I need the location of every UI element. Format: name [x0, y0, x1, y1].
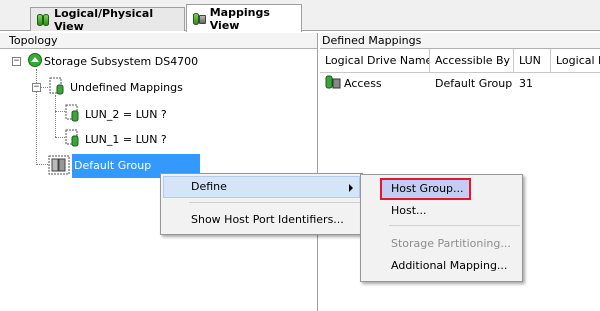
root-expander[interactable]: −	[12, 57, 21, 66]
logical-drive-icon	[65, 104, 83, 125]
mappings-table: Logical Drive Name Accessible By LUN Log…	[320, 49, 600, 93]
table-row[interactable]: Access Default Group 31	[320, 73, 600, 93]
menu-item-host-group[interactable]: Host Group...	[363, 178, 520, 200]
undefined-mappings-expander[interactable]: −	[32, 83, 41, 92]
menu-item-additional-mapping[interactable]: Additional Mapping...	[363, 255, 520, 277]
menu-separator	[189, 202, 360, 203]
column-header-accessible-by[interactable]: Accessible By	[430, 49, 514, 73]
column-header-lun[interactable]: LUN	[514, 49, 551, 73]
cell-accessible-by: Default Group	[435, 76, 513, 90]
tree-label-lun1: LUN_1 = LUN ?	[85, 132, 167, 146]
tree-node-lun2[interactable]: LUN_2 = LUN ?	[65, 104, 167, 125]
tree-label-root: Storage Subsystem DS4700	[44, 54, 199, 68]
host-group-icon	[48, 154, 72, 179]
tree-node-lun1[interactable]: LUN_1 = LUN ?	[65, 129, 167, 150]
menu-separator	[389, 225, 520, 226]
row-name: Access	[344, 76, 382, 90]
menu-item-define[interactable]: Define	[163, 176, 360, 198]
mappings-icon	[193, 12, 206, 26]
define-submenu: Host Group... Host... Storage Partitioni…	[360, 174, 523, 282]
context-menu: Define Show Host Port Identifiers...	[160, 173, 363, 235]
tab-logical-physical-label: Logical/Physical View	[54, 6, 154, 33]
topology-panel: Topology − Storage Subsystem DS4700 − Un…	[0, 33, 318, 311]
submenu-arrow-icon	[349, 184, 353, 192]
status-ok-icon	[28, 52, 42, 70]
view-tab-strip: Logical/Physical View Mappings View	[0, 0, 600, 33]
defined-mappings-header: Defined Mappings	[320, 33, 600, 49]
menu-item-storage-partitioning: Storage Partitioning...	[391, 237, 511, 250]
cell-logical-drive-name: Access	[320, 74, 430, 93]
storage-icon	[37, 13, 50, 27]
tree-label-undefined-mappings: Undefined Mappings	[70, 80, 183, 94]
topology-header: Topology	[0, 33, 317, 49]
tab-mappings-label: Mappings View	[209, 5, 270, 32]
cell-lun: 31	[519, 76, 533, 90]
column-header-logical-drive-name[interactable]: Logical Drive Name	[320, 49, 430, 73]
tab-mappings-view[interactable]: Mappings View	[186, 4, 302, 32]
menu-item-show-host-port-identifiers[interactable]: Show Host Port Identifiers...	[163, 209, 360, 231]
menu-item-define-label: Define	[191, 180, 227, 193]
undefined-mappings-icon	[48, 76, 68, 99]
logical-drive-icon	[65, 129, 83, 150]
tree-node-undefined-mappings[interactable]: Undefined Mappings	[48, 76, 183, 99]
access-drive-icon	[325, 74, 341, 93]
tab-logical-physical-view[interactable]: Logical/Physical View	[30, 6, 185, 33]
tree-node-storage-subsystem[interactable]: Storage Subsystem DS4700	[28, 52, 198, 70]
menu-item-host[interactable]: Host...	[363, 200, 520, 222]
column-header-logical-d[interactable]: Logical D	[551, 49, 600, 73]
table-header-row: Logical Drive Name Accessible By LUN Log…	[320, 49, 600, 73]
tree-label-lun2: LUN_2 = LUN ?	[85, 107, 167, 121]
